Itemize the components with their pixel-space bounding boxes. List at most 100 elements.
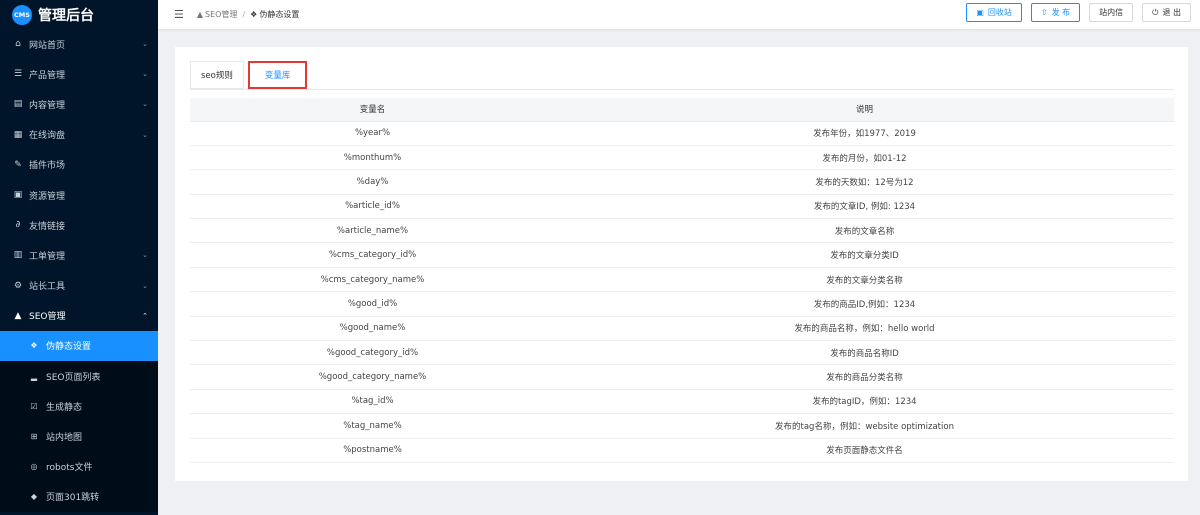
- sidebar-item-label: 插件市场: [29, 161, 66, 172]
- chevron-icon: ⌄: [142, 40, 148, 49]
- recycle-icon: ▣: [976, 8, 984, 17]
- sidebar-item-1[interactable]: ☰ 产品管理 ⌄: [0, 59, 158, 89]
- variable-desc-cell: 发布年份，如1977、2019: [555, 121, 1174, 146]
- breadcrumb-current: 伪静态设置: [259, 10, 300, 19]
- top-header: ☰ ▲ SEO管理 / ❖ 伪静态设置 ▣ 回收站 ⇧ 发 布 站内信 ⏻ 退 …: [158, 0, 1200, 29]
- sidebar-item-4[interactable]: ✎ 插件市场: [0, 150, 158, 180]
- breadcrumb-separator: /: [242, 10, 246, 19]
- sidebar-subitem-1[interactable]: ▂ SEO页面列表: [0, 361, 158, 391]
- sidebar-menu: ⌂ 网站首页 ⌄ ☰ 产品管理 ⌄ ▤ 内容管理 ⌄ ▦ 在线询盘 ⌄ ✎ 插件市场 ▣ 资源管理 ∂ 友情链接 ▥…: [0, 29, 158, 512]
- sidebar-item-label: 工单管理: [29, 251, 66, 262]
- robot-icon: ◎: [30, 462, 38, 472]
- breadcrumb-parent[interactable]: SEO管理: [205, 9, 237, 20]
- content-icon: ▤: [13, 99, 23, 110]
- sidebar-subitem-3[interactable]: ⊞ 站内地图: [0, 421, 158, 451]
- chevron-icon: ⌄: [142, 130, 148, 139]
- sidebar-item-label: 内容管理: [29, 100, 66, 111]
- tab-divider: [190, 89, 1174, 90]
- logout-button[interactable]: ⏻ 退 出: [1142, 3, 1191, 22]
- tab-seo-rules[interactable]: seo规则: [190, 61, 244, 89]
- table-row: %article_name% 发布的文章名称: [190, 218, 1174, 244]
- variable-desc-cell: 发布的文章分类名称: [555, 267, 1174, 293]
- sidebar-item-8[interactable]: ⚙ 站长工具 ⌄: [0, 271, 158, 301]
- table-row: %cms_category_id% 发布的文章分类ID: [190, 242, 1174, 268]
- chevron-icon: ⌄: [142, 70, 148, 79]
- sidebar-item-7[interactable]: ▥ 工单管理 ⌄: [0, 240, 158, 270]
- variable-desc-cell: 发布的文章分类ID: [555, 242, 1174, 268]
- publish-label: 发 布: [1051, 8, 1071, 17]
- seo-submenu: ❖ 伪静态设置 ▂ SEO页面列表 ☑ 生成静态 ⊞ 站内地图 ◎ robots文件 ◆ 页面301跳…: [0, 330, 158, 512]
- sidebar-subitem-label: 页面301跳转: [46, 493, 100, 504]
- publish-button[interactable]: ⇧ 发 布: [1030, 3, 1081, 22]
- ticket-icon: ▥: [13, 250, 23, 261]
- chart-icon: ▂: [30, 371, 38, 381]
- power-icon: ⏻: [1152, 7, 1159, 17]
- warning-icon: ▲: [14, 310, 22, 321]
- cms-logo-icon: CMS: [12, 4, 32, 25]
- table-row: %day% 发布的天数如：12号为12: [190, 169, 1174, 195]
- list-icon: ☰: [13, 69, 23, 80]
- variable-name-cell: %article_id%: [190, 194, 555, 220]
- tab-bar: seo规则 变量库: [190, 61, 308, 89]
- variable-desc-cell: 发布的商品分类名称: [555, 364, 1174, 390]
- variable-name-cell: %monthum%: [190, 145, 555, 171]
- table-row: %good_category_id% 发布的商品名称ID: [190, 340, 1174, 366]
- message-button[interactable]: 站内信: [1089, 3, 1134, 22]
- pseudo-static-icon: ❖: [30, 341, 38, 351]
- chevron-icon: ⌄: [142, 100, 148, 109]
- variable-desc-cell: 发布的文章名称: [555, 218, 1174, 244]
- variable-table: 变量名 说明 %year% 发布年份，如1977、2019 %monthum% 发布的…: [190, 98, 1174, 463]
- variable-name-cell: %good_id%: [190, 291, 555, 317]
- sidebar-item-9[interactable]: ▲ SEO管理 ⌃: [0, 301, 158, 331]
- table-row: %good_name% 发布的商品名称，例如：hello world: [190, 316, 1174, 342]
- variable-desc-cell: 发布的月份，如01-12: [555, 145, 1174, 171]
- sidebar-item-2[interactable]: ▤ 内容管理 ⌄: [0, 89, 158, 119]
- sidebar-subitem-label: 生成静态: [46, 402, 83, 413]
- sidebar-subitem-5[interactable]: ◆ 页面301跳转: [0, 482, 158, 512]
- logo[interactable]: CMS 管理后台: [0, 0, 158, 29]
- sidebar: CMS 管理后台 ⌂ 网站首页 ⌄ ☰ 产品管理 ⌄ ▤ 内容管理 ⌄ ▦ 在线询盘 ⌄ ✎ 插件市场 ▣ 资…: [0, 0, 158, 515]
- chevron-icon: ⌄: [142, 251, 148, 260]
- variable-desc-cell: 发布的商品名称ID: [555, 340, 1174, 366]
- variable-name-cell: %good_category_name%: [190, 364, 555, 390]
- table-row: %good_id% 发布的商品ID,例如：1234: [190, 291, 1174, 317]
- variable-name-cell: %tag_name%: [190, 413, 555, 439]
- sidebar-item-label: 友情链接: [29, 221, 66, 232]
- sidebar-subitem-label: 站内地图: [46, 433, 83, 444]
- logout-label: 退 出: [1162, 8, 1181, 17]
- table-row: %postname% 发布页面静态文件名: [190, 438, 1174, 463]
- content-card: seo规则 变量库 变量名 说明 %year% 发布年份，如1977、2019 %m…: [175, 47, 1188, 481]
- recycle-bin-label: 回收站: [987, 8, 1012, 17]
- variable-desc-cell: 发布的商品ID,例如：1234: [555, 291, 1174, 317]
- variable-desc-cell: 发布的文章ID, 例如: 1234: [555, 194, 1174, 220]
- sitemap-icon: ⊞: [30, 432, 38, 442]
- sidebar-subitem-label: robots文件: [46, 463, 93, 474]
- sidebar-item-6[interactable]: ∂ 友情链接: [0, 210, 158, 240]
- sidebar-item-label: 站长工具: [29, 282, 66, 293]
- table-row: %monthum% 发布的月份，如01-12: [190, 145, 1174, 171]
- variable-desc-cell: 发布的商品名称，例如：hello world: [555, 316, 1174, 342]
- chevron-icon: ⌃: [142, 311, 148, 320]
- table-row: %cms_category_name% 发布的文章分类名称: [190, 267, 1174, 293]
- home-icon: ⌂: [15, 39, 21, 50]
- sidebar-item-3[interactable]: ▦ 在线询盘 ⌄: [0, 120, 158, 150]
- warning-icon: ▲: [196, 10, 204, 19]
- variable-desc-cell: 发布页面静态文件名: [555, 438, 1174, 463]
- sidebar-subitem-2[interactable]: ☑ 生成静态: [0, 391, 158, 421]
- sidebar-subitem-0[interactable]: ❖ 伪静态设置: [0, 330, 158, 362]
- grid-icon: ▦: [13, 129, 23, 140]
- app-title: 管理后台: [38, 7, 94, 24]
- sidebar-subitem-4[interactable]: ◎ robots文件: [0, 452, 158, 482]
- variable-name-cell: %cms_category_name%: [190, 267, 555, 293]
- recycle-bin-button[interactable]: ▣ 回收站: [966, 3, 1022, 22]
- chevron-icon: ⌄: [142, 281, 148, 290]
- menu-fold-icon[interactable]: ☰: [174, 8, 184, 21]
- sidebar-subitem-label: SEO页面列表: [46, 372, 101, 383]
- tab-variable-library[interactable]: 变量库: [247, 61, 308, 89]
- variable-name-cell: %postname%: [190, 438, 555, 463]
- sidebar-item-0[interactable]: ⌂ 网站首页 ⌄: [0, 29, 158, 59]
- variable-desc-cell: 发布的tagID，例如：1234: [555, 389, 1174, 415]
- variable-name-cell: %tag_id%: [190, 389, 555, 415]
- variable-name-cell: %article_name%: [190, 218, 555, 244]
- sidebar-item-5[interactable]: ▣ 资源管理: [0, 180, 158, 210]
